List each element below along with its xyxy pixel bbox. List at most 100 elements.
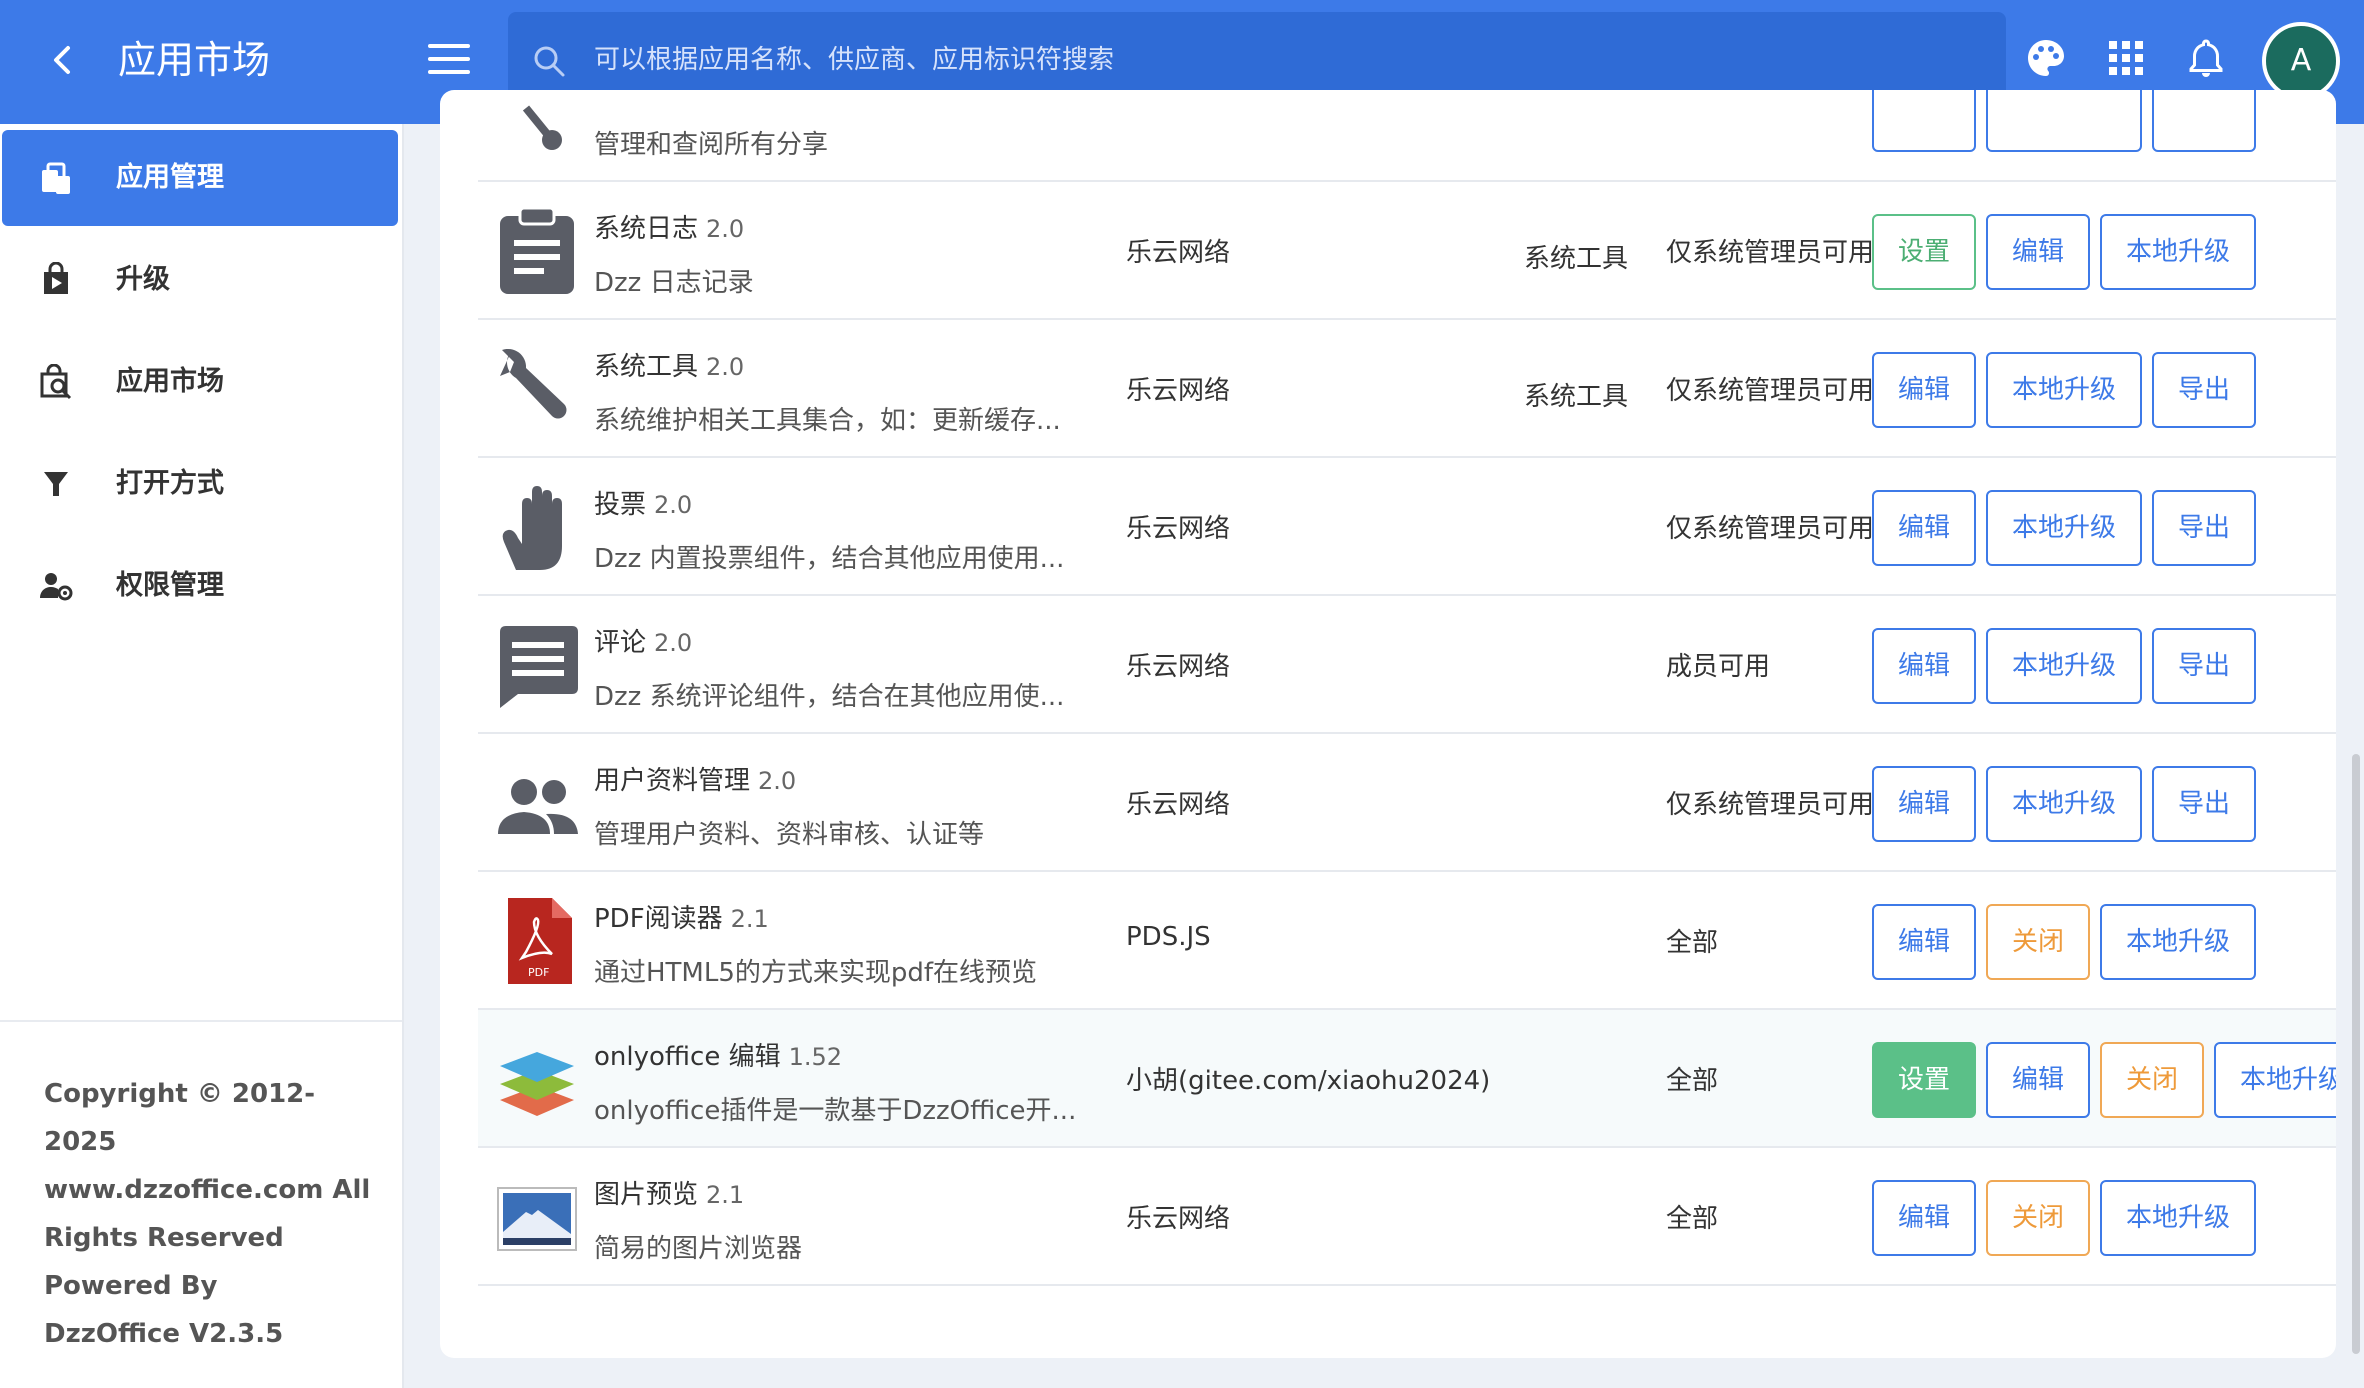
sidebar-item-label: 打开方式 [116, 468, 224, 499]
app-name-text: 系统工具 [594, 352, 699, 382]
app-description: Dzz 系统评论组件，结合在其他应用使... [594, 682, 1065, 712]
app-vendor: 乐云网络 [1126, 652, 1231, 682]
app-access: 仅系统管理员可用 [1666, 790, 1875, 820]
local-upgrade-button[interactable]: 本地升级 [2100, 904, 2256, 980]
local-upgrade-button[interactable]: 本地升级 [2100, 1180, 2256, 1256]
table-row: 用户资料管理 2.0 管理用户资料、资料审核、认证等 乐云网络 仅系统管理员可用 … [478, 734, 2336, 872]
table-row: 投票 2.0 Dzz 内置投票组件，结合其他应用使用... 乐云网络 仅系统管理员… [478, 458, 2336, 596]
palette-icon[interactable] [2024, 36, 2068, 80]
app-description: 通过HTML5的方式来实现pdf在线预览 [594, 958, 1038, 988]
app-name-text: PDF阅读器 [594, 904, 723, 934]
settings-button[interactable]: 设置 [1872, 1042, 1976, 1118]
pdf-file-icon: PDF [508, 898, 572, 984]
hand-icon [502, 486, 562, 570]
app-vendor: 乐云网络 [1126, 1204, 1231, 1234]
close-button[interactable]: 关闭 [1986, 1180, 2090, 1256]
app-name: onlyoffice 编辑 1.52 [594, 1036, 842, 1073]
sidebar-item-label: 升级 [116, 264, 170, 295]
table-row: 系统工具 2.0 系统维护相关工具集合，如：更新缓存... 乐云网络 系统工具 仅… [478, 320, 2336, 458]
app-name: 投票 2.0 [594, 484, 692, 521]
app-version: 2.0 [706, 215, 745, 243]
app-name-text: 用户资料管理 [594, 766, 751, 796]
app-version: 2.0 [758, 767, 797, 795]
sidebar-item-label: 应用管理 [116, 162, 224, 193]
back-arrow-icon[interactable] [42, 36, 82, 84]
settings-button[interactable]: 设置 [1872, 214, 1976, 290]
edit-button[interactable]: 编辑 [1872, 628, 1976, 704]
local-upgrade-button[interactable]: 本地升级 [1986, 352, 2142, 428]
apps-grid-icon[interactable] [2104, 36, 2148, 80]
row-actions: 编辑 本地升级 导出 [1872, 628, 2336, 704]
app-access: 全部 [1666, 1204, 1719, 1234]
app-description: 简易的图片浏览器 [594, 1234, 803, 1264]
local-upgrade-button[interactable]: 本地升级 [2100, 214, 2256, 290]
sidebar: 应用管理 升级 应用市场 打开方式 权限管理 Copyright © 2012-… [0, 124, 404, 1388]
export-button[interactable]: 导出 [2152, 490, 2256, 566]
local-upgrade-button[interactable]: 本地升级 [1986, 628, 2142, 704]
sidebar-item-app-market[interactable]: 应用市场 [2, 334, 398, 430]
sidebar-item-app-manage[interactable]: 应用管理 [2, 130, 398, 226]
export-button[interactable]: 导出 [2152, 766, 2256, 842]
edit-button[interactable]: 编辑 [1872, 1180, 1976, 1256]
bell-icon[interactable] [2184, 36, 2228, 80]
scrollbar-thumb[interactable] [2352, 754, 2360, 1354]
edit-button[interactable]: 编辑 [1986, 214, 2090, 290]
app-access: 成员可用 [1666, 652, 1771, 682]
app-category: 系统工具 [1524, 244, 1629, 274]
hamburger-menu-icon[interactable] [428, 44, 470, 76]
edit-button[interactable]: 编辑 [1872, 490, 1976, 566]
users-icon [498, 779, 578, 834]
local-upgrade-button[interactable]: 本地升级 [1986, 490, 2142, 566]
row-actions: 设置 编辑 关闭 本地升级 [1872, 1042, 2336, 1118]
edit-button[interactable]: 编辑 [1872, 352, 1976, 428]
local-upgrade-button[interactable]: 本地升级 [2214, 1042, 2336, 1118]
close-button[interactable]: 关闭 [1986, 904, 2090, 980]
page-title: 应用市场 [118, 38, 271, 82]
app-name: 系统日志 2.0 [594, 208, 744, 245]
filter-icon [44, 472, 68, 496]
app-access: 仅系统管理员可用 [1666, 238, 1875, 268]
local-upgrade-button[interactable] [1986, 90, 2142, 152]
app-name: 用户资料管理 2.0 [594, 760, 796, 797]
table-row: 系统日志 2.0 Dzz 日志记录 乐云网络 系统工具 仅系统管理员可用 设置 编… [478, 182, 2336, 320]
app-name: 评论 2.0 [594, 622, 692, 659]
app-access: 仅系统管理员可用 [1666, 376, 1875, 406]
sidebar-item-open-method[interactable]: 打开方式 [2, 436, 398, 532]
comment-icon [500, 626, 578, 708]
row-actions: 编辑 本地升级 导出 [1872, 352, 2336, 428]
sidebar-item-label: 应用市场 [116, 366, 224, 397]
export-button[interactable]: 导出 [2152, 628, 2256, 704]
app-list-card: 管理和查阅所有分享 系统日志 2.0 Dzz 日志记录 乐云网络 系统工具 仅系统… [440, 90, 2336, 1358]
user-avatar[interactable]: A [2262, 22, 2340, 100]
app-description: 系统维护相关工具集合，如：更新缓存... [594, 406, 1061, 436]
market-icon [40, 364, 72, 400]
clipboard-icon [500, 206, 574, 294]
share-icon [522, 105, 562, 150]
page-scrollbar[interactable] [2348, 124, 2364, 1388]
edit-button[interactable]: 编辑 [1872, 766, 1976, 842]
copyright-line: DzzOffice V2.3.5 [44, 1319, 284, 1349]
app-version: 1.52 [788, 1043, 843, 1071]
row-actions: 编辑 关闭 本地升级 [1872, 1180, 2336, 1256]
table-row: 图片预览 2.1 简易的图片浏览器 乐云网络 全部 编辑 关闭 本地升级 [478, 1148, 2336, 1286]
row-actions [1872, 90, 2336, 152]
copyright-line: Rights Reserved [44, 1223, 284, 1253]
edit-button[interactable]: 编辑 [1986, 1042, 2090, 1118]
app-name-text: 投票 [594, 490, 647, 520]
app-vendor: 乐云网络 [1126, 790, 1231, 820]
row-actions: 编辑 关闭 本地升级 [1872, 904, 2336, 980]
sidebar-item-permissions[interactable]: 权限管理 [2, 538, 398, 634]
sidebar-item-upgrade[interactable]: 升级 [2, 232, 398, 328]
edit-button[interactable]: 编辑 [1872, 904, 1976, 980]
export-button[interactable]: 导出 [2152, 352, 2256, 428]
app-description: Dzz 日志记录 [594, 268, 754, 298]
app-description: onlyoffice插件是一款基于DzzOffice开... [594, 1096, 1077, 1126]
local-upgrade-button[interactable]: 本地升级 [1986, 766, 2142, 842]
close-button[interactable]: 关闭 [2100, 1042, 2204, 1118]
table-row: 管理和查阅所有分享 [478, 90, 2336, 182]
app-name-text: onlyoffice 编辑 [594, 1042, 781, 1072]
export-button[interactable] [2152, 90, 2256, 152]
wrench-icon [500, 348, 567, 419]
app-version: 2.0 [654, 491, 693, 519]
edit-button[interactable] [1872, 90, 1976, 152]
